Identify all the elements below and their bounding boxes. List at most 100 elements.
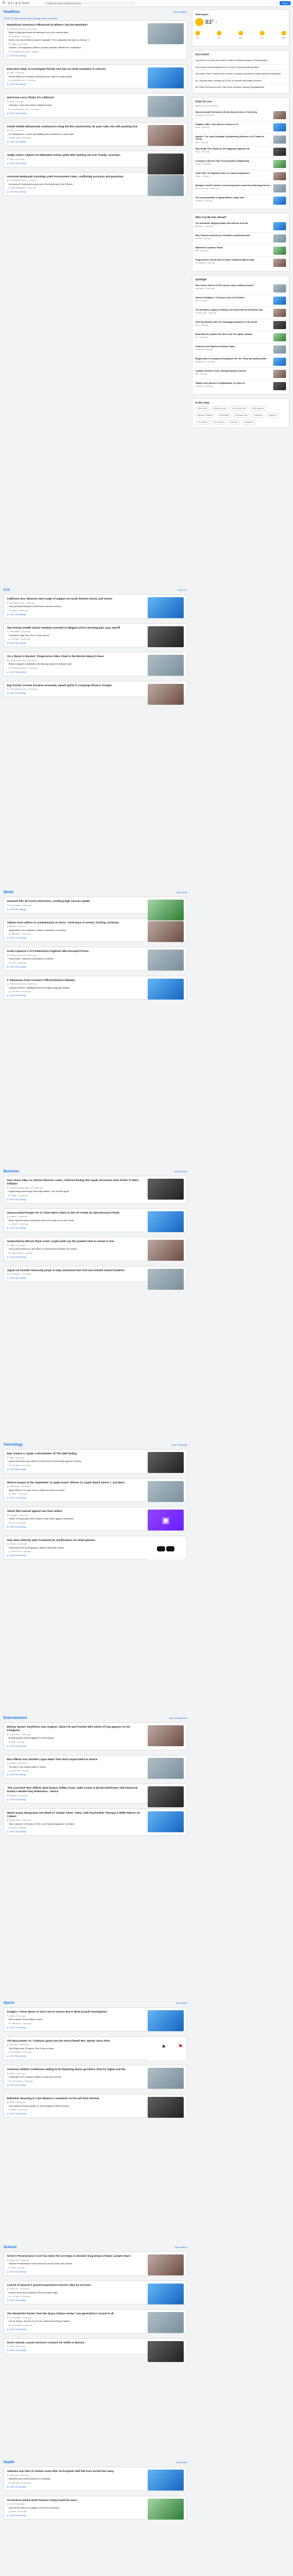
spotlight-thumbnail[interactable] [273, 369, 286, 378]
topic-chip[interactable]: Jeffrey Epstein [249, 405, 266, 411]
apps-icon[interactable]: ⋮⋮ [272, 2, 278, 5]
story[interactable]: Republican Governors Influenced by Biden… [4, 21, 187, 59]
topic-chip[interactable]: Inspiration4 [241, 419, 256, 425]
story[interactable]: Alabama man dies of cardiac event after … [4, 2467, 187, 2491]
for-you-headline[interactable]: Dolphins, QBs: 'Cam told me to focus on … [195, 123, 238, 126]
spotlight-thumbnail[interactable] [273, 308, 286, 317]
story-thumbnail[interactable] [148, 2068, 184, 2089]
story-thumbnail[interactable] [148, 1786, 184, 1807]
section-title[interactable]: Science [3, 2246, 17, 2249]
story[interactable]: Education Dept. to investigate Florida o… [4, 65, 187, 88]
story[interactable]: Epic Games V. Apple: A Breakdown Of The … [4, 1450, 187, 1473]
topic-chip[interactable]: Apple Epic [252, 412, 265, 418]
story[interactable]: Holy data authority asks Facebook for cl… [4, 1536, 187, 1560]
topic-chip[interactable]: Trevor Bauer [195, 419, 210, 425]
follow-item[interactable]: Progressives: Tax the Rich Or Bust? Eliz… [195, 257, 286, 269]
follow-headline[interactable]: Why Trumps could tell you not Biden's po… [195, 234, 250, 237]
story-thumbnail[interactable] [148, 626, 184, 647]
for-you-thumbnail[interactable] [273, 159, 286, 168]
spotlight-headline[interactable]: Wright came to Compound Hospitalize her:… [195, 358, 266, 361]
spotlight-item[interactable]: Fact Check: Did the COVID vaccine cause … [195, 283, 286, 295]
story-thumbnail[interactable] [148, 683, 184, 705]
section-more-link[interactable]: More Entertainment [169, 1717, 187, 1719]
for-you-thumbnail[interactable] [273, 196, 286, 205]
section-title[interactable]: Business [3, 1170, 19, 1173]
spotlight-headline[interactable]: How Cat Monitors 25% Of a Meaningful Haz… [195, 321, 257, 324]
for-you-thumbnail[interactable] [273, 123, 286, 131]
section-title[interactable]: Technology [3, 1443, 23, 1447]
for-you-item[interactable]: Opinion: The Labor Shortage in Engineeri… [195, 134, 286, 146]
for-you-item[interactable]: Crossing 'A Second Trial' From Arizona I… [195, 158, 286, 170]
story[interactable]: NASA's Perseverance rover has taken the … [4, 2252, 187, 2275]
story-thumbnail[interactable] [148, 2096, 184, 2118]
spotlight-thumbnail[interactable] [273, 320, 286, 329]
story[interactable]: NASA Awards Launch Services Contract for… [4, 2339, 187, 2362]
follow-thumbnail[interactable] [273, 222, 286, 230]
more-icon[interactable]: ⋮ [284, 13, 286, 16]
story-thumbnail[interactable] [148, 1725, 184, 1746]
fact-check-item[interactable]: No, Germans Aren't Fending off COVID-19 … [195, 78, 286, 84]
story[interactable]: California Gov. Newsom sees surge of sup… [4, 595, 187, 618]
story[interactable]: Launch of SpaceX's private Inspiration4 … [4, 2281, 187, 2304]
menu-icon[interactable]: ☰ [2, 1, 5, 5]
covid-link[interactable]: COVID-19 news: See the latest coverage o… [3, 17, 58, 20]
story[interactable]: 'The Last Duel' Ben Affleck, Matt Damon,… [4, 1784, 187, 1807]
section-more-link[interactable]: More U.S. [178, 589, 187, 591]
for-you-headline[interactable]: The new acquisition of global Bitcoin, d… [195, 197, 244, 199]
story-thumbnail[interactable] [148, 1268, 184, 1290]
story-thumbnail[interactable] [148, 1480, 184, 1502]
fact-check-item[interactable]: Fact check: Pfizer, Moderna and Johnson … [195, 71, 286, 78]
story-thumbnail[interactable] [148, 1757, 184, 1779]
story[interactable]: Two Florida middle school students arres… [4, 624, 187, 647]
story-thumbnail[interactable] [148, 124, 184, 146]
spotlight-headline[interactable]: Inside the new Mystery's Remote Cause [195, 345, 235, 348]
story-thumbnail[interactable] [148, 96, 184, 117]
story-thumbnail[interactable] [148, 1240, 184, 1261]
story-thumbnail[interactable] [148, 1211, 184, 1232]
spotlight-headline[interactable]: Canada's Election Trend; Sharing Alberta… [195, 370, 246, 373]
spotlight-thumbnail[interactable] [273, 381, 286, 390]
spotlight-item[interactable]: Canada's Election Trend; Sharing Alberta… [195, 368, 286, 380]
story[interactable]: Ega Former, Former Ducknet associate, pl… [4, 682, 187, 705]
story-thumbnail[interactable] [148, 1452, 184, 1473]
story[interactable]: Britney Spears' boyfriend, Sam Asghari, … [4, 1723, 187, 1750]
story[interactable]: Khalid Sheikh Mohammed continued to bang… [4, 123, 187, 146]
story[interactable]: Denmark lifts all Covid restrictions, cr… [4, 897, 187, 920]
follow-thumbnail[interactable] [273, 258, 286, 267]
sign-in-button[interactable]: Sign in [280, 1, 291, 5]
topic-chip[interactable]: California recall [211, 405, 228, 411]
section-more-link[interactable]: More Health [176, 2461, 187, 2464]
story-thumbnail[interactable] [148, 978, 184, 1000]
follow-item[interactable]: Wakefield's Dynamic Grade MLB · 5 hours a… [195, 245, 286, 257]
spotlight-item[interactable]: How Cat Monitors 25% Of a Meaningful Haz… [195, 319, 286, 331]
spotlight-headline[interactable]: Fact Check: Did the COVID vaccine cause … [195, 284, 254, 287]
story[interactable]: Unvaccinated People Are 11 Times More Li… [4, 1209, 187, 1232]
story[interactable]: American Athletic Conference willing to … [4, 2065, 187, 2089]
for-you-headline[interactable]: Ohio's Fall 'The Republic Fund' ex-Justi… [195, 172, 249, 175]
for-you-thumbnail[interactable] [273, 147, 286, 156]
follow-headline[interactable]: The worldwide shipping delays will conti… [195, 222, 248, 225]
story-thumbnail[interactable] [148, 2254, 184, 2275]
follow-item[interactable]: Why Trumps could tell you not Biden's po… [195, 233, 286, 245]
story-thumbnail[interactable] [148, 597, 184, 618]
story-thumbnail[interactable] [148, 655, 184, 676]
story-thumbnail[interactable] [148, 920, 184, 942]
story[interactable]: Taliban must adhere to commitments on te… [4, 919, 187, 942]
follow-item[interactable]: The worldwide shipping delays will conti… [195, 220, 286, 233]
topic-chip[interactable]: Xbox Game Pass [230, 405, 248, 411]
topic-chip[interactable]: Cam Newton [217, 412, 232, 418]
weather-card[interactable]: Washington ⋮ 83° F Sat Sun Mon Tue Wed [192, 9, 290, 47]
spotlight-headline[interactable]: Vaccine Hesitation: 'A Vicious Cycle of … [195, 297, 245, 299]
story-thumbnail[interactable] [148, 950, 184, 971]
topic-chip[interactable]: Hurricane Larry [233, 412, 251, 418]
spotlight-item[interactable]: The Illustrated Legacy of Saturdy: Her w… [195, 307, 286, 319]
for-you-thumbnail[interactable] [273, 184, 286, 192]
for-you-thumbnail[interactable] [273, 172, 286, 180]
section-more-link[interactable]: More Business [174, 1171, 187, 1173]
spotlight-item[interactable]: Wright came to Compound Hospitalize her:… [195, 356, 286, 368]
story[interactable]: Ben Affleck And Jennifer Lopez Make Thei… [4, 1756, 187, 1779]
follow-thumbnail[interactable] [273, 246, 286, 255]
full-coverage-link[interactable]: ▤ View Full Coverage [7, 55, 184, 57]
fact-check-item[interactable]: Fact Check: US Virus Not Linked to Death… [195, 58, 286, 65]
for-you-headline[interactable]: Crossing 'A Second Trial' From Arizona I… [195, 160, 249, 163]
